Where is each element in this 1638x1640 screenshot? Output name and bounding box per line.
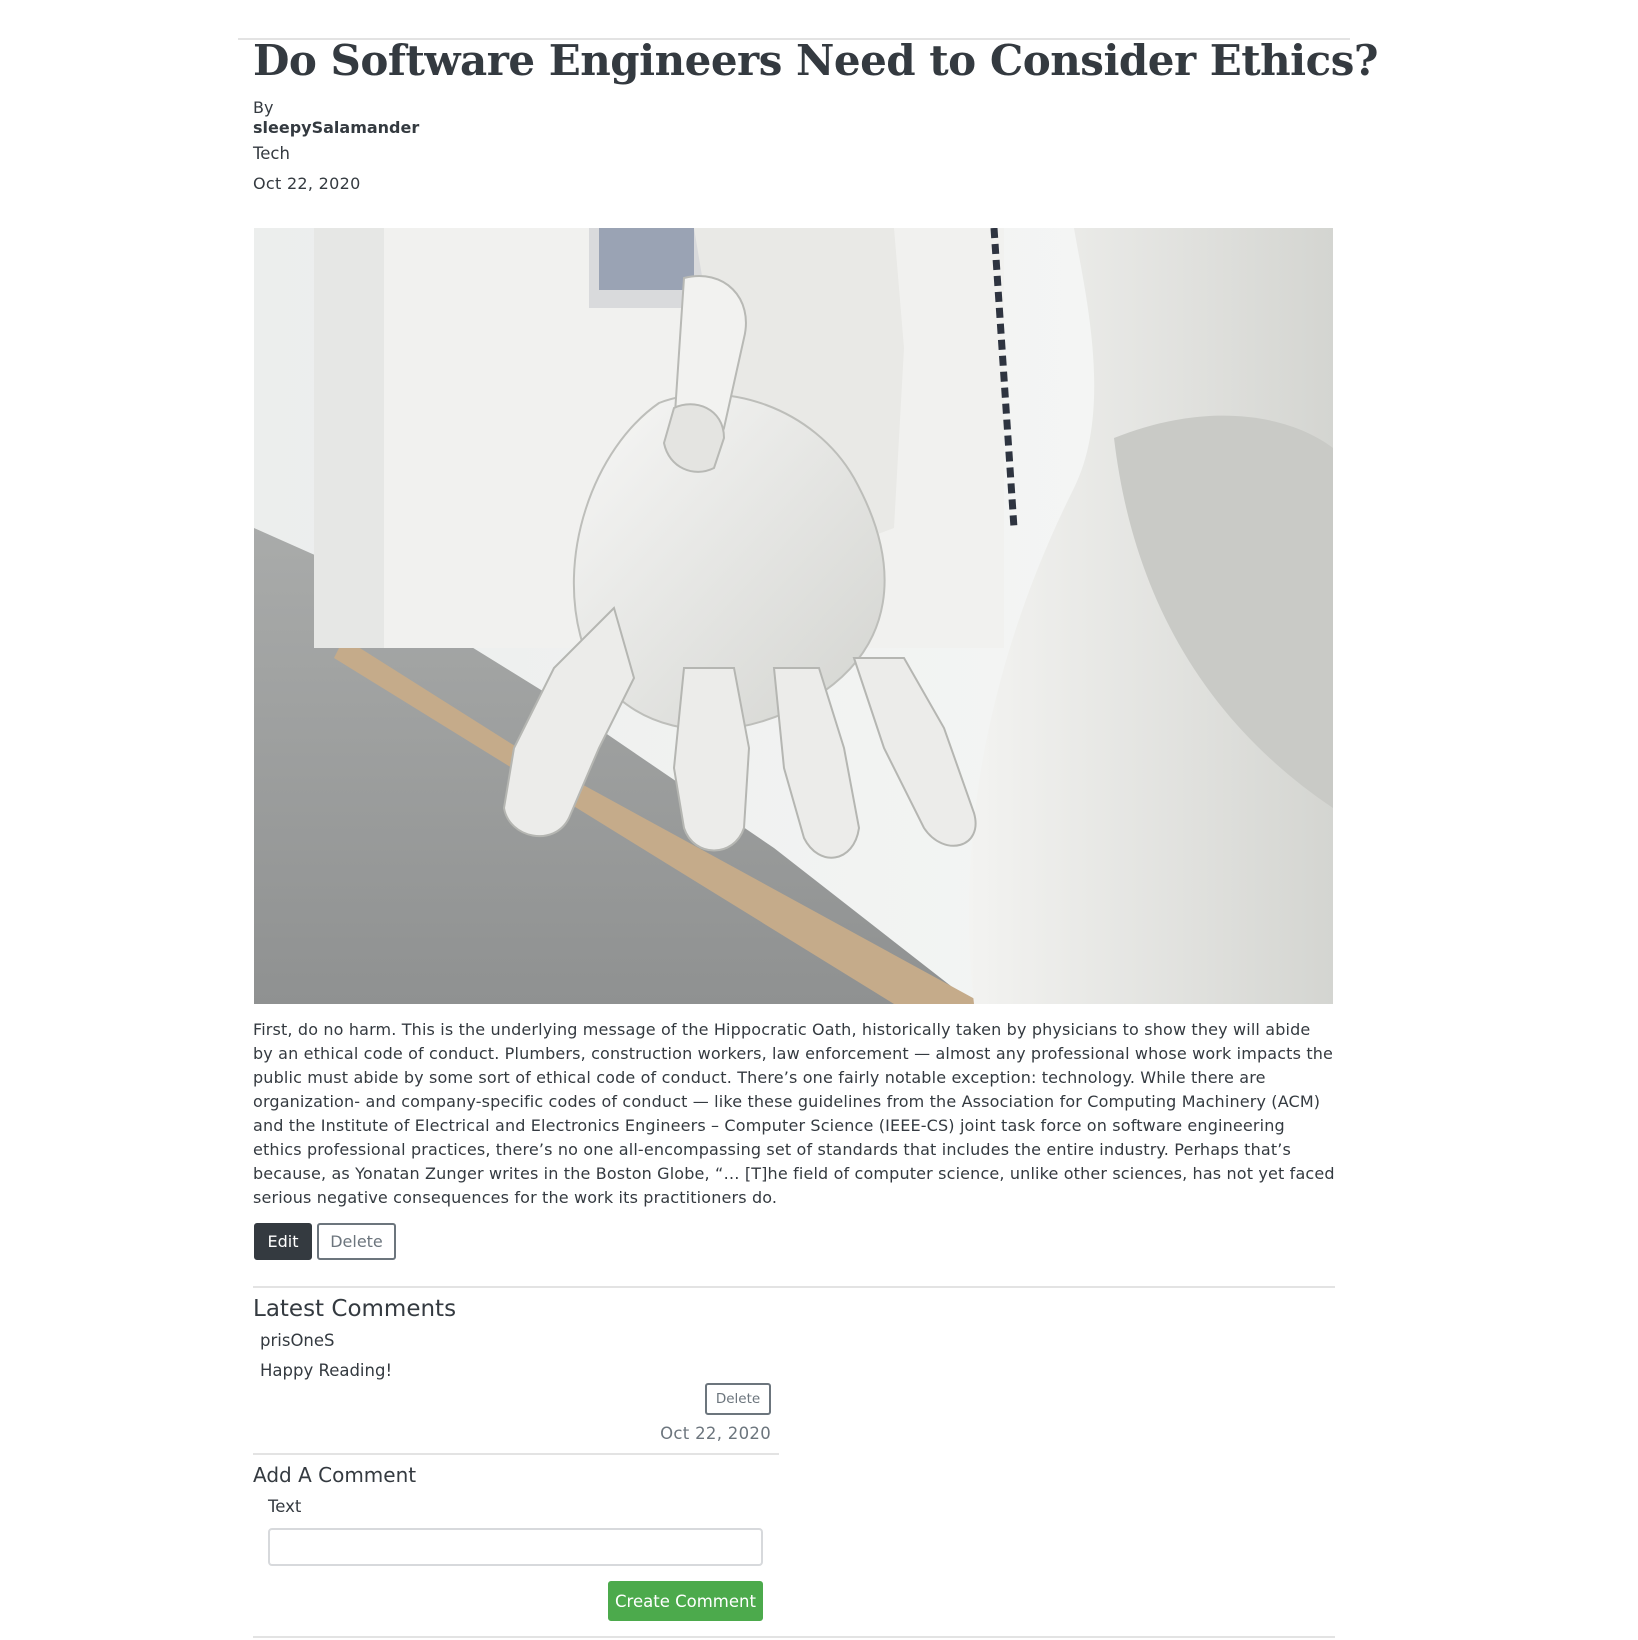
add-comment-heading: Add A Comment: [253, 1463, 417, 1487]
post-category: Tech: [253, 144, 290, 163]
post-author: sleepySalamander: [253, 118, 420, 137]
comment-date: Oct 22, 2020: [660, 1424, 771, 1443]
post-image: [254, 228, 1333, 1004]
post-body: First, do no harm. This is the underlyin…: [253, 1020, 1335, 1207]
delete-comment-button[interactable]: Delete: [705, 1383, 771, 1415]
post-title: Do Software Engineers Need to Consider E…: [253, 36, 1378, 85]
comment-text-input[interactable]: [268, 1528, 763, 1566]
robot-hand-illustration: [254, 228, 1333, 1004]
latest-comments-heading: Latest Comments: [253, 1296, 457, 1322]
delete-post-button[interactable]: Delete: [317, 1223, 396, 1260]
bottom-divider: [253, 1636, 1335, 1638]
by-label: By: [253, 98, 274, 117]
comment-author: prisOneS: [260, 1331, 335, 1350]
create-comment-button[interactable]: Create Comment: [608, 1581, 763, 1621]
comment-text-label: Text: [268, 1497, 302, 1516]
comment-text: Happy Reading!: [260, 1361, 393, 1380]
post-date: Oct 22, 2020: [253, 174, 361, 193]
comments-divider: [253, 1286, 1335, 1288]
edit-post-button[interactable]: Edit: [254, 1223, 312, 1260]
comment-divider: [253, 1453, 779, 1455]
